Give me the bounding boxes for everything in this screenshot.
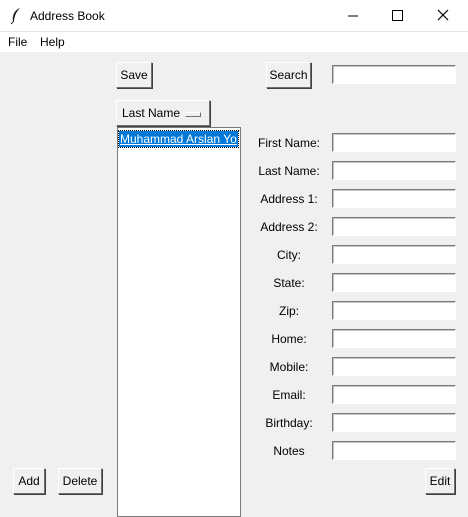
mobile-phone-field[interactable] xyxy=(332,357,456,376)
zip-field[interactable] xyxy=(332,301,456,320)
last-name-label: Last Name: xyxy=(258,164,320,178)
address2-label: Address 2: xyxy=(260,220,318,234)
address1-label: Address 1: xyxy=(260,192,318,206)
city-label: City: xyxy=(277,248,301,262)
search-input[interactable] xyxy=(332,65,456,84)
mobile-phone-label: Mobile: xyxy=(269,360,309,374)
maximize-icon xyxy=(392,10,403,21)
last-name-field[interactable] xyxy=(332,161,456,180)
search-button[interactable]: Search xyxy=(266,62,311,88)
close-button[interactable] xyxy=(420,0,466,32)
minimize-icon xyxy=(348,15,358,17)
close-icon xyxy=(437,9,449,21)
address2-field[interactable] xyxy=(332,217,456,236)
list-item[interactable]: Muhammad Arslan Yo xyxy=(118,130,239,148)
maximize-button[interactable] xyxy=(375,0,421,32)
zip-label: Zip: xyxy=(278,304,299,318)
minimize-button[interactable] xyxy=(330,0,376,32)
city-field[interactable] xyxy=(332,245,456,264)
window-title: Address Book xyxy=(30,9,105,23)
feather-icon xyxy=(10,8,20,25)
email-label: Email: xyxy=(272,388,306,402)
edit-button[interactable]: Edit xyxy=(425,468,455,494)
delete-button[interactable]: Delete xyxy=(58,468,102,494)
menu-bar: File Help xyxy=(0,32,468,52)
birthday-field[interactable] xyxy=(332,413,456,432)
sort-option-menu[interactable]: Last Name xyxy=(116,100,210,126)
title-bar: Address Book xyxy=(0,0,468,32)
save-button[interactable]: Save xyxy=(116,62,152,88)
notes-field[interactable] xyxy=(332,441,456,460)
first-name-label: First Name: xyxy=(257,136,320,150)
state-field[interactable] xyxy=(332,273,456,292)
menu-help[interactable]: Help xyxy=(40,35,65,49)
contacts-listbox[interactable]: Muhammad Arslan Yo xyxy=(117,127,241,517)
state-label: State: xyxy=(273,276,305,290)
birthday-label: Birthday: xyxy=(265,416,313,430)
sort-option-label: Last Name xyxy=(122,106,181,120)
email-field[interactable] xyxy=(332,385,456,404)
option-menu-indicator-icon xyxy=(185,112,201,117)
home-phone-label: Home: xyxy=(271,332,307,346)
add-button[interactable]: Add xyxy=(13,468,45,494)
notes-label: Notes xyxy=(273,444,305,458)
first-name-field[interactable] xyxy=(332,133,456,152)
address1-field[interactable] xyxy=(332,189,456,208)
menu-file[interactable]: File xyxy=(8,35,27,49)
home-phone-field[interactable] xyxy=(332,329,456,348)
